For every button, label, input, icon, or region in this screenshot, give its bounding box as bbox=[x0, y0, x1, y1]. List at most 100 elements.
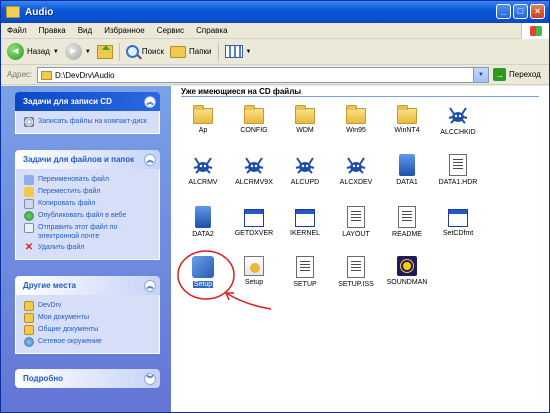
file-label: SETUP.ISS bbox=[338, 281, 374, 288]
file-item-config[interactable]: CONFIG bbox=[226, 104, 282, 146]
folder-icon bbox=[24, 301, 34, 311]
file-item-alcrmv9x[interactable]: ALCRMV9X bbox=[226, 154, 282, 196]
window-title: Audio bbox=[25, 6, 54, 18]
document-icon bbox=[347, 256, 365, 278]
file-item-soundman[interactable]: SOUNDMAN bbox=[379, 256, 435, 298]
maximize-button[interactable]: □ bbox=[513, 4, 528, 19]
cd-burn-icon bbox=[24, 117, 34, 127]
place-network[interactable]: Сетевое окружение bbox=[24, 337, 154, 347]
menu-edit[interactable]: Правка bbox=[33, 26, 72, 35]
back-dropdown-icon[interactable]: ▼ bbox=[53, 49, 59, 55]
forward-button[interactable]: ► ▼ bbox=[64, 41, 91, 63]
collapse-chevron-icon[interactable]: ︽ bbox=[144, 279, 156, 292]
file-item-layout[interactable]: LAYOUT bbox=[328, 206, 384, 248]
menu-help[interactable]: Справка bbox=[190, 26, 233, 35]
collapse-chevron-icon[interactable]: ︽ bbox=[144, 95, 156, 108]
document-icon bbox=[449, 154, 467, 176]
email-icon bbox=[24, 223, 34, 233]
toolbar: ◄ Назад ▼ ► ▼ Поиск Папки ▼ bbox=[1, 39, 549, 65]
collapse-chevron-icon[interactable]: ︽ bbox=[144, 153, 156, 166]
application-icon bbox=[448, 209, 468, 227]
task-publish-web[interactable]: Опубликовать файл в вебе bbox=[24, 211, 154, 221]
file-view: Уже имеющиеся на CD файлы Ap CONFIG WDM … bbox=[171, 86, 549, 412]
section-header: Уже имеющиеся на CD файлы bbox=[181, 86, 539, 97]
file-tasks-header[interactable]: Задачи для файлов и папок ︽ bbox=[15, 150, 160, 169]
close-button[interactable]: × bbox=[530, 4, 545, 19]
file-label: WDM bbox=[296, 127, 314, 134]
document-icon bbox=[398, 206, 416, 228]
file-item-setup-iss[interactable]: SETUP.ISS bbox=[328, 256, 384, 298]
file-item-alcchkid[interactable]: ALCCHKID bbox=[430, 104, 486, 146]
document-icon bbox=[347, 206, 365, 228]
minimize-button[interactable]: _ bbox=[496, 4, 511, 19]
realtek-crab-icon bbox=[447, 104, 469, 126]
menu-view[interactable]: Вид bbox=[72, 26, 98, 35]
task-email[interactable]: Отправить этот файл по электронной почте bbox=[24, 223, 154, 241]
go-label: Переход bbox=[509, 70, 541, 79]
windows-logo bbox=[521, 23, 549, 39]
data-cab-icon bbox=[399, 154, 415, 176]
file-item-setcdfmt[interactable]: SetCDfmt bbox=[430, 206, 486, 248]
file-item-winnt4[interactable]: WinNT4 bbox=[379, 104, 435, 146]
go-button[interactable]: → Переход bbox=[493, 68, 541, 81]
back-button[interactable]: ◄ Назад ▼ bbox=[7, 41, 59, 63]
realtek-crab-icon bbox=[243, 154, 265, 176]
address-dropdown-icon[interactable]: ▼ bbox=[473, 68, 488, 82]
expand-chevron-icon[interactable]: ︾ bbox=[144, 372, 156, 385]
task-label: Копировать файл bbox=[38, 200, 96, 207]
details-header[interactable]: Подробно ︾ bbox=[15, 369, 160, 388]
folder-icon bbox=[244, 105, 264, 124]
task-label: Записать файлы на компакт-диск bbox=[38, 118, 147, 125]
file-item-alcrmv[interactable]: ALCRMV bbox=[175, 154, 231, 196]
back-label: Назад bbox=[27, 47, 50, 56]
file-item-readme[interactable]: README bbox=[379, 206, 435, 248]
file-label: GETDXVER bbox=[234, 230, 274, 237]
file-item-win95[interactable]: Win95 bbox=[328, 104, 384, 146]
file-item-data1[interactable]: DATA1 bbox=[379, 154, 435, 196]
file-tasks-panel: Задачи для файлов и папок ︽ Переименоват… bbox=[15, 150, 160, 260]
file-item-alcupd[interactable]: ALCUPD bbox=[277, 154, 333, 196]
file-label: ALCXDEV bbox=[339, 179, 373, 186]
up-button[interactable] bbox=[96, 41, 113, 63]
file-item-ap[interactable]: Ap bbox=[175, 104, 231, 146]
search-button[interactable]: Поиск bbox=[125, 41, 164, 63]
address-bar: Адрес: D:\DevDrv\Audio ▼ → Переход bbox=[1, 65, 549, 85]
folder-icon bbox=[397, 105, 417, 124]
rename-icon bbox=[24, 175, 34, 185]
task-burn-cd[interactable]: Записать файлы на компакт-диск bbox=[24, 117, 154, 127]
place-label: DevDrv bbox=[38, 302, 62, 309]
place-shared-documents[interactable]: Общие документы bbox=[24, 325, 154, 335]
file-label: IKERNEL bbox=[290, 230, 320, 237]
task-rename[interactable]: Переименовать файл bbox=[24, 175, 154, 185]
annotation-circle bbox=[177, 250, 235, 300]
menu-file[interactable]: Файл bbox=[1, 26, 33, 35]
task-move[interactable]: Переместить файл bbox=[24, 187, 154, 197]
file-item-wdm[interactable]: WDM bbox=[277, 104, 333, 146]
task-delete[interactable]: ✕ Удалить файл bbox=[24, 243, 154, 253]
file-label: CONFIG bbox=[240, 127, 268, 134]
task-label: Опубликовать файл в вебе bbox=[38, 212, 127, 219]
my-documents-icon bbox=[24, 313, 34, 323]
file-item-data1-hdr[interactable]: DATA1.HDR bbox=[430, 154, 486, 196]
folders-button[interactable]: Папки bbox=[170, 41, 212, 63]
menu-tools[interactable]: Сервис bbox=[151, 26, 190, 35]
address-input[interactable]: D:\DevDrv\Audio ▼ bbox=[37, 67, 489, 83]
task-copy[interactable]: Копировать файл bbox=[24, 199, 154, 209]
file-label: WinNT4 bbox=[394, 127, 420, 134]
folder-icon bbox=[295, 105, 315, 124]
place-my-documents[interactable]: Мои документы bbox=[24, 313, 154, 323]
forward-dropdown-icon[interactable]: ▼ bbox=[85, 49, 91, 55]
file-label: Win95 bbox=[346, 127, 366, 134]
other-places-header[interactable]: Другие места ︽ bbox=[15, 276, 160, 295]
go-arrow-icon: → bbox=[493, 68, 506, 81]
file-item-alcxdev[interactable]: ALCXDEV bbox=[328, 154, 384, 196]
cd-tasks-header[interactable]: Задачи для записи CD ︽ bbox=[15, 92, 160, 111]
place-devdrv[interactable]: DevDrv bbox=[24, 301, 154, 311]
realtek-crab-icon bbox=[345, 154, 367, 176]
folder-icon bbox=[6, 6, 20, 18]
menu-favorites[interactable]: Избранное bbox=[98, 26, 151, 35]
toolbar-separator bbox=[217, 42, 219, 61]
views-button[interactable]: ▼ bbox=[224, 41, 251, 63]
file-label: ALCRMV9X bbox=[235, 179, 273, 186]
title-bar[interactable]: Audio _ □ × bbox=[1, 1, 549, 23]
